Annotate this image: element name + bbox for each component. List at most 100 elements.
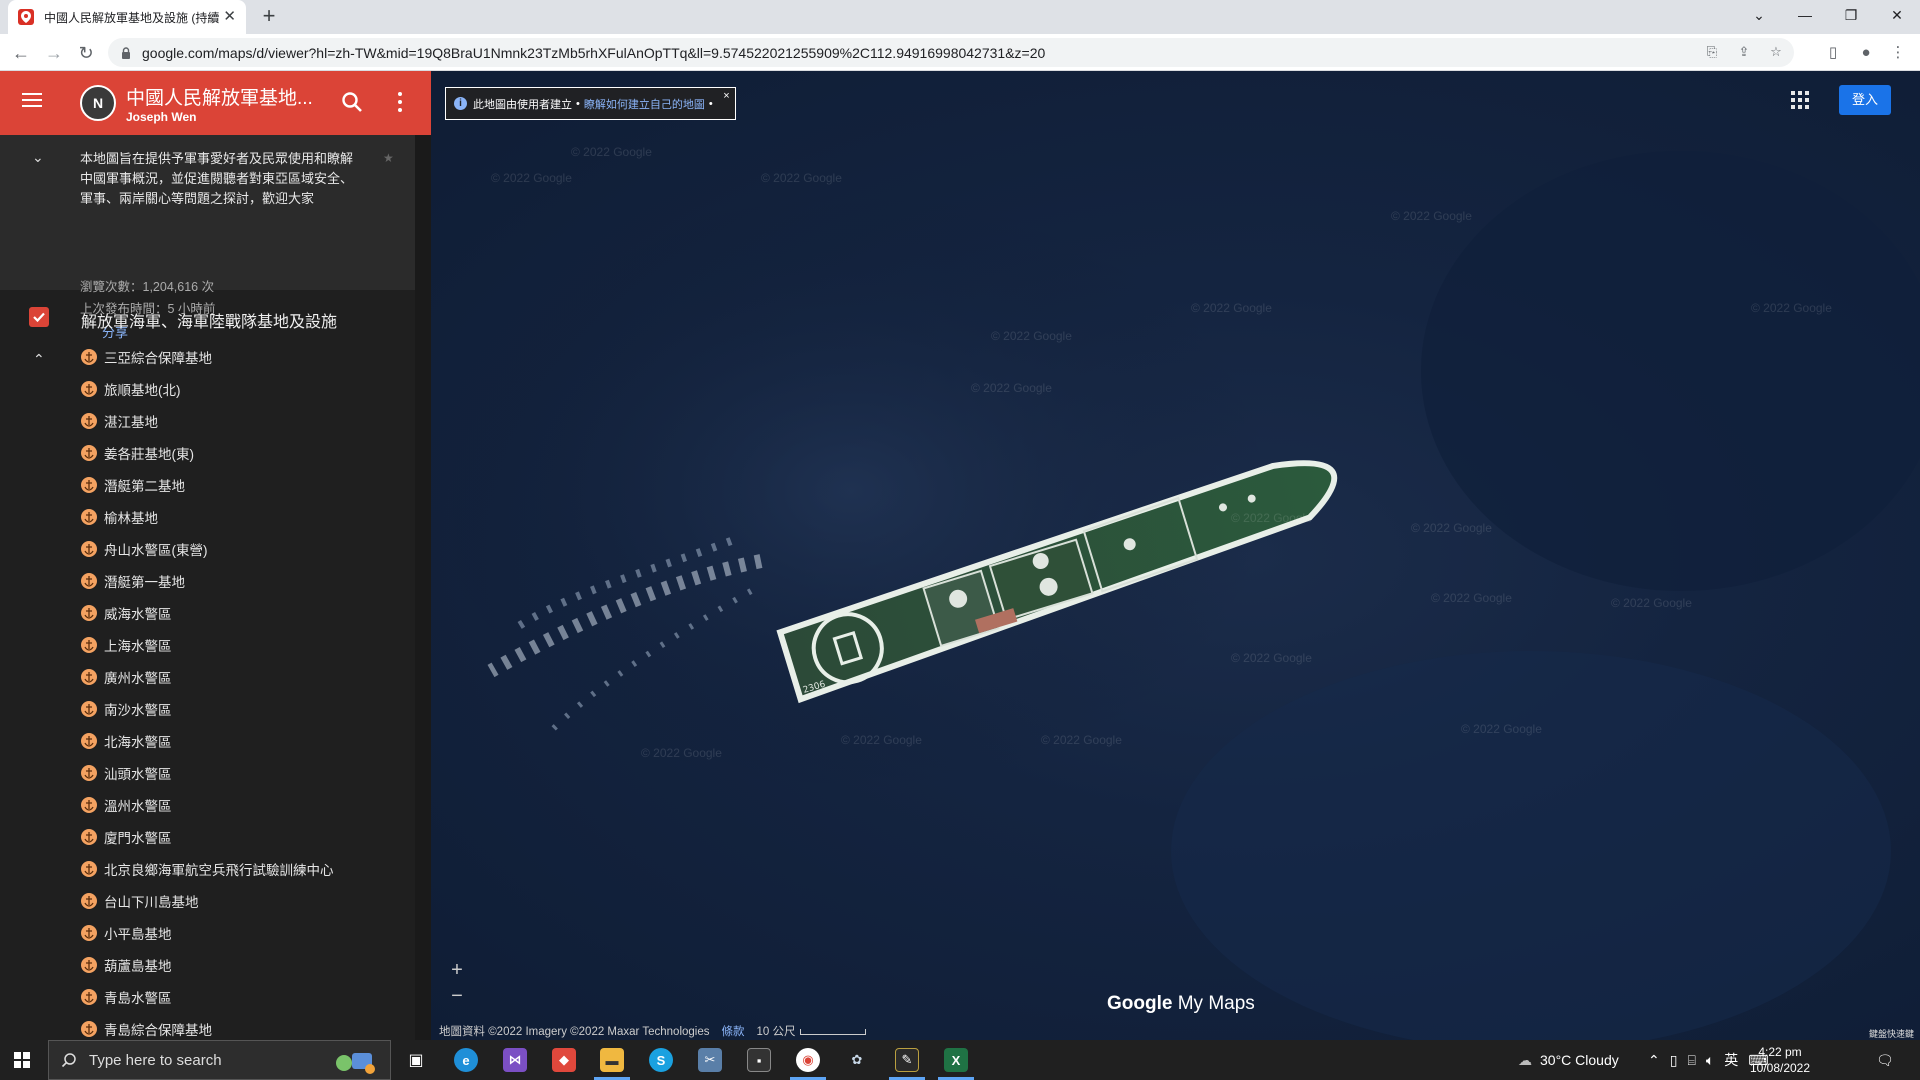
profile-avatar-icon[interactable]: ●	[1856, 43, 1876, 63]
search-icon[interactable]	[341, 91, 363, 113]
notification-icon[interactable]: 🗨︎	[1876, 1040, 1894, 1080]
place-item[interactable]: 舟山水警區(東營)	[80, 533, 208, 565]
place-label: 廈門水警區	[104, 831, 172, 846]
browser-tab[interactable]: 中國人民解放軍基地及設施 (持續 ✕	[8, 0, 246, 34]
terminal-icon[interactable]: ▪	[747, 1048, 771, 1072]
hamburger-menu-icon[interactable]	[22, 93, 42, 113]
anchor-marker-icon	[81, 573, 97, 589]
place-item[interactable]: 小平島基地	[80, 917, 172, 949]
place-item[interactable]: 潛艇第二基地	[80, 469, 185, 501]
anchor-marker-icon	[81, 637, 97, 653]
side-panel-icon[interactable]: ▯	[1823, 43, 1843, 63]
volume-icon[interactable]: 🔈︎	[1706, 1052, 1714, 1069]
sticky-notes-icon[interactable]: ✎	[895, 1048, 919, 1072]
bookmark-star-icon[interactable]: ☆	[1768, 44, 1784, 60]
place-item[interactable]: 旅順基地(北)	[80, 373, 181, 405]
anchor-marker-icon	[81, 381, 97, 397]
file-explorer-icon[interactable]: ▬	[600, 1048, 624, 1072]
place-item[interactable]: 北海水警區	[80, 725, 172, 757]
skype-icon[interactable]: S	[649, 1048, 673, 1072]
minimize-button[interactable]: —	[1782, 0, 1828, 30]
place-item[interactable]: 北京良鄉海軍航空兵飛行試驗訓練中心	[80, 853, 334, 885]
terms-link[interactable]: 條款	[722, 1023, 745, 1039]
excel-icon[interactable]: X	[944, 1048, 968, 1072]
chevron-up-icon[interactable]: ⌃	[1648, 1052, 1660, 1069]
place-item[interactable]: 葫蘆島基地	[80, 949, 172, 981]
place-label: 上海水警區	[104, 639, 172, 654]
ime-indicator[interactable]: 英	[1724, 1050, 1738, 1070]
anchor-marker-icon	[81, 957, 97, 973]
layer-name: 解放軍海軍、海軍陸戰隊基地及設施	[81, 314, 338, 331]
translate-icon[interactable]: ⎘	[1704, 44, 1720, 60]
zoom-in-button[interactable]: +	[445, 958, 469, 982]
usb-drive-icon[interactable]: ▯	[1670, 1052, 1678, 1069]
place-item[interactable]: 台山下川島基地	[80, 885, 199, 917]
place-item[interactable]: 南沙水警區	[80, 693, 172, 725]
place-item[interactable]: 榆林基地	[80, 501, 158, 533]
taskbar-search-box[interactable]: Type here to search	[48, 1040, 391, 1080]
place-item[interactable]: 汕頭水警區	[80, 757, 172, 789]
sign-in-button[interactable]: 登入	[1839, 85, 1891, 115]
map-description: 本地圖旨在提供予軍事愛好者及民眾使用和瞭解中國軍事概況，並促進閱聽者對東亞區域安…	[80, 151, 354, 206]
place-item[interactable]: 溫州水警區	[80, 789, 172, 821]
chrome-icon[interactable]: ◉	[796, 1048, 820, 1072]
star-icon[interactable]: ★	[383, 151, 394, 165]
snipping-tool-icon[interactable]: ✂	[698, 1048, 722, 1072]
google-my-maps-favicon-icon	[18, 9, 34, 25]
edge-icon[interactable]: e	[454, 1048, 478, 1072]
place-item[interactable]: 上海水警區	[80, 629, 172, 661]
anchor-marker-icon	[81, 797, 97, 813]
map-title[interactable]: 中國人民解放軍基地...	[126, 83, 316, 110]
more-options-icon[interactable]	[398, 92, 402, 112]
place-item[interactable]: 廣州水警區	[80, 661, 172, 693]
keyboard-shortcuts-link[interactable]: 鍵盤快速鍵	[1869, 1027, 1914, 1040]
notice-separator-end: •	[708, 97, 713, 110]
windows-start-icon[interactable]	[14, 1052, 30, 1068]
satellite-map[interactable]: 2306 © 2022 Google © 2022 Google © 2022 …	[431, 71, 1920, 1040]
weather-widget[interactable]: ☁ 30°C Cloudy	[1518, 1040, 1619, 1080]
panel-scrollbar[interactable]	[415, 135, 431, 1040]
place-item[interactable]: 三亞綜合保障基地	[80, 341, 212, 373]
google-apps-icon[interactable]	[1791, 91, 1809, 109]
visual-studio-icon[interactable]: ⋈	[503, 1048, 527, 1072]
anydesk-icon[interactable]: ◆	[552, 1048, 576, 1072]
layer-checkbox[interactable]	[29, 307, 49, 327]
chevron-down-icon[interactable]: ⌄	[32, 149, 44, 166]
chrome-menu-icon[interactable]: ⋮	[1888, 43, 1908, 63]
share-icon[interactable]: ⇪	[1736, 44, 1752, 60]
paint-icon[interactable]: ✿	[845, 1048, 869, 1072]
anchor-marker-icon	[81, 445, 97, 461]
back-arrow-icon[interactable]: ←	[10, 42, 32, 64]
place-item[interactable]: 威海水警區	[80, 597, 172, 629]
zoom-out-button[interactable]: −	[445, 984, 469, 1008]
info-icon: i	[454, 97, 467, 110]
clock[interactable]: 4:22 pm 10/08/2022	[1748, 1044, 1812, 1076]
watermark: © 2022 Google	[1391, 209, 1472, 223]
anchor-marker-icon	[81, 1021, 97, 1037]
taskbar-search-placeholder: Type here to search	[89, 1051, 222, 1069]
place-item[interactable]: 青島綜合保障基地	[80, 1013, 212, 1040]
user-created-map-notice: i 此地圖由使用者建立 • 瞭解如何建立自己的地圖 • ×	[445, 87, 736, 120]
place-item[interactable]: 潛艇第一基地	[80, 565, 185, 597]
task-view-icon[interactable]: ▣	[404, 1048, 428, 1072]
watermark: © 2022 Google	[1751, 301, 1832, 315]
place-item[interactable]: 廈門水警區	[80, 821, 172, 853]
attribution-text: 地圖資料 ©2022 Imagery ©2022 Maxar Technolog…	[439, 1026, 710, 1038]
place-item[interactable]: 青島水警區	[80, 981, 172, 1013]
notice-close-button[interactable]: ×	[723, 90, 729, 102]
tab-search-chevron-icon[interactable]: ⌄	[1736, 0, 1782, 30]
place-item[interactable]: 姜各莊基地(東)	[80, 437, 194, 469]
reload-icon[interactable]: ↻	[75, 42, 97, 64]
restore-button[interactable]: ❐	[1828, 0, 1874, 30]
chevron-up-icon[interactable]: ⌃	[33, 351, 45, 368]
place-item[interactable]: 湛江基地	[80, 405, 158, 437]
new-tab-button[interactable]: +	[258, 5, 280, 27]
close-window-button[interactable]: ✕	[1874, 0, 1920, 30]
layer-row[interactable]: 解放軍海軍、海軍陸戰隊基地及設施	[0, 299, 431, 339]
network-icon[interactable]: ⌸	[1687, 1052, 1695, 1069]
forward-arrow-icon[interactable]: →	[43, 42, 65, 64]
watermark: © 2022 Google	[761, 171, 842, 185]
address-bar[interactable]: google.com/maps/d/viewer?hl=zh-TW&mid=19…	[108, 38, 1794, 67]
notice-learn-link[interactable]: 瞭解如何建立自己的地圖	[584, 96, 705, 112]
tab-close-icon[interactable]: ✕	[223, 9, 236, 25]
